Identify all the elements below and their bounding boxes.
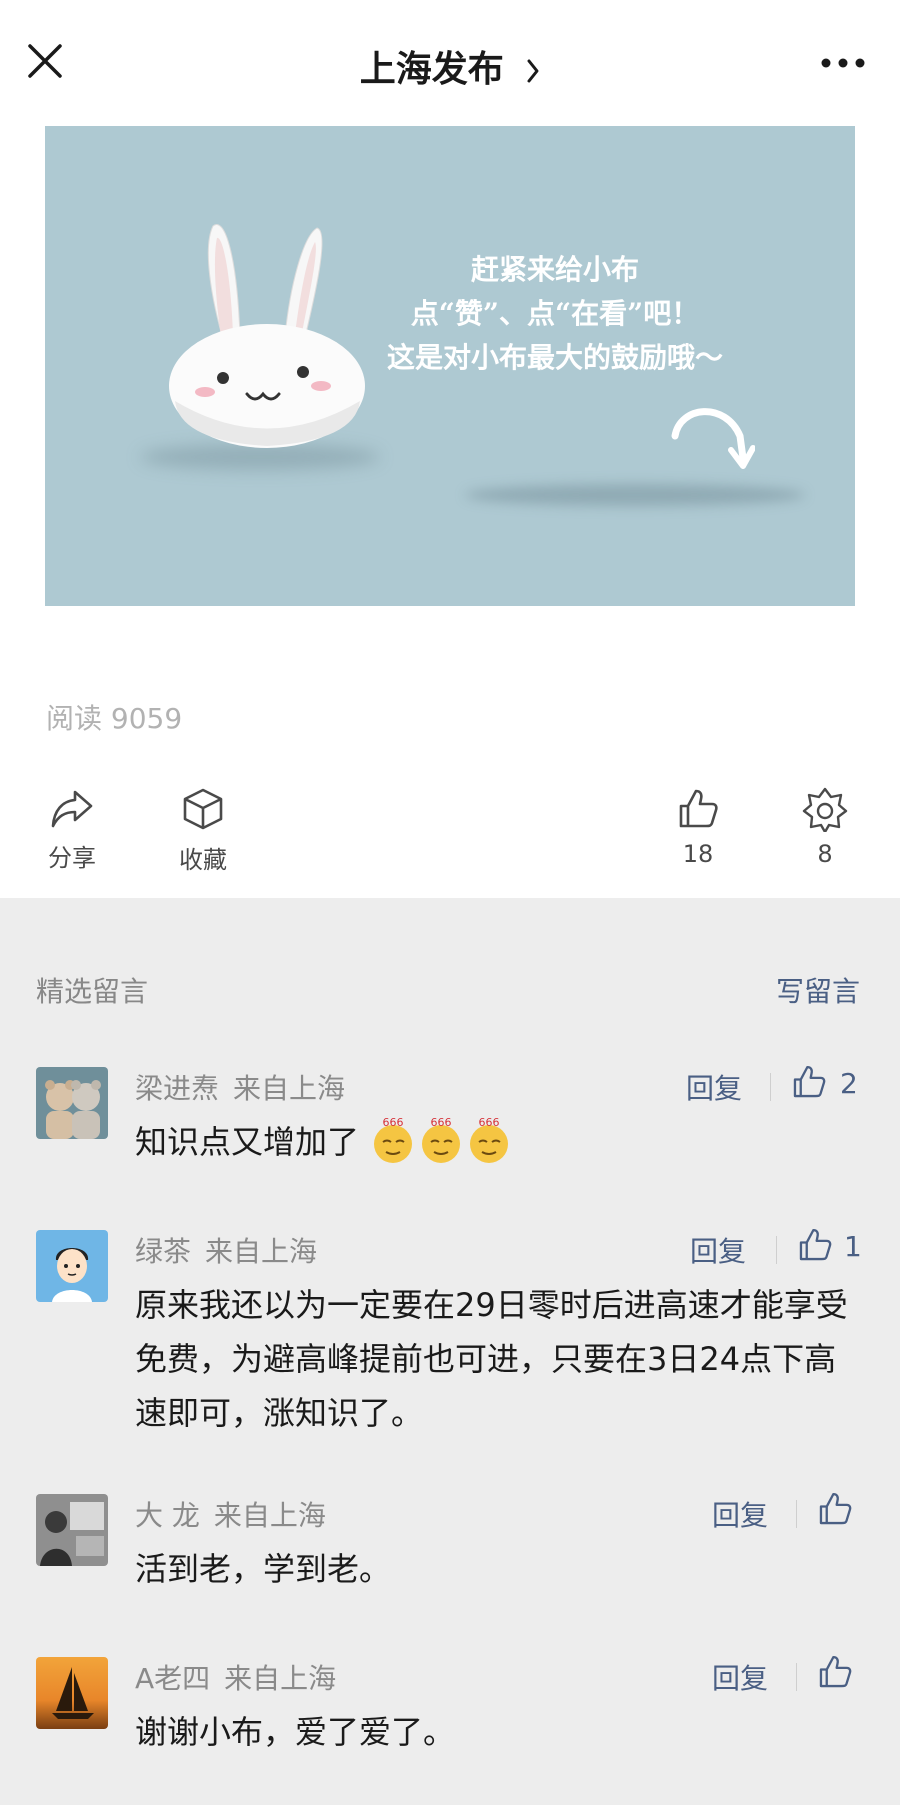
- promo-banner-image: 赶紧来给小布 点“赞”、点“在看”吧！ 这是对小布最大的鼓励哦～: [45, 126, 855, 606]
- emoji-666-icon: 666: [422, 1116, 461, 1163]
- emoji-label: 666: [383, 1116, 404, 1129]
- emoji-label: 666: [431, 1116, 452, 1129]
- more-icon: [821, 58, 865, 68]
- sailboat-sunset-avatar: [36, 1657, 108, 1729]
- share-icon: [51, 790, 93, 828]
- featured-comments-title: 精选留言: [36, 975, 149, 1008]
- comment-text: 知识点又增加了 666 666 666: [135, 1115, 865, 1169]
- divider: [770, 1073, 771, 1101]
- commenter-location: 来自上海: [205, 1235, 318, 1268]
- nav-bar: 上海发布: [0, 0, 900, 126]
- comment-like-button[interactable]: [790, 1063, 828, 1105]
- reply-button[interactable]: 回复: [712, 1494, 768, 1534]
- commenter-name: A老四: [135, 1662, 211, 1695]
- commenter-location: 来自上海: [233, 1072, 346, 1105]
- favorite-label: 收藏: [179, 846, 227, 874]
- thumbs-up-icon: [819, 1492, 852, 1525]
- commenter-name: 绿茶: [135, 1235, 192, 1268]
- monochrome-photo-avatar: [36, 1494, 108, 1566]
- commenter: A老四 来自上海: [135, 1657, 336, 1697]
- emoji-label: 666: [479, 1116, 500, 1129]
- avatar[interactable]: [36, 1230, 108, 1302]
- comment-text: 原来我还以为一定要在29日零时后进高速才能享受免费，为避高峰提前也可进，只要在3…: [135, 1286, 848, 1432]
- commenter: 大 龙来自上海: [135, 1494, 326, 1534]
- commenter: 梁进焘 来自上海: [135, 1067, 345, 1107]
- like-button[interactable]: 18: [665, 786, 731, 868]
- promo-line-1: 赶紧来给小布: [470, 253, 639, 286]
- chevron-right-icon: [527, 59, 539, 83]
- comment-text-body: 知识点又增加了: [135, 1123, 360, 1161]
- curved-arrow-icon: [671, 408, 755, 469]
- comment-like-count: 2: [840, 1067, 858, 1100]
- comment-like-button[interactable]: [816, 1490, 854, 1532]
- cartoon-boy-avatar: [36, 1230, 108, 1302]
- share-label: 分享: [48, 844, 96, 872]
- comment-like-button[interactable]: [796, 1226, 834, 1268]
- comment-like-count: 1: [844, 1230, 862, 1263]
- avatar[interactable]: [36, 1494, 108, 1566]
- thumbs-up-icon: [793, 1065, 826, 1098]
- commenter-name: 大 龙: [135, 1499, 200, 1532]
- divider: [776, 1236, 777, 1264]
- account-name: 上海发布: [359, 49, 504, 90]
- favorite-button[interactable]: 收藏: [168, 786, 238, 875]
- share-button[interactable]: 分享: [40, 786, 104, 873]
- divider: [796, 1500, 797, 1528]
- thumbs-up-icon: [799, 1228, 832, 1261]
- teddy-bears-avatar: [36, 1067, 108, 1139]
- comment-text: 活到老，学到老。: [135, 1550, 392, 1588]
- reply-button[interactable]: 回复: [712, 1657, 768, 1697]
- promo-line-2: 点“赞”、点“在看”吧！: [410, 297, 700, 330]
- avatar[interactable]: [36, 1067, 108, 1139]
- thumbs-up-icon: [819, 1655, 852, 1688]
- commenter-location: 来自上海: [224, 1662, 337, 1695]
- promo-text: 赶紧来给小布 点“赞”、点“在看”吧！ 这是对小布最大的鼓励哦～: [345, 248, 765, 380]
- ground-shadow: [465, 484, 805, 506]
- commenter-name: 梁进焘: [135, 1072, 220, 1105]
- commenter: 绿茶 来自上海: [135, 1230, 317, 1270]
- account-title[interactable]: 上海发布: [0, 40, 900, 92]
- like-count: 18: [682, 840, 714, 868]
- commenter-location: 来自上海: [213, 1499, 326, 1532]
- emoji-666-icon: 666: [374, 1116, 413, 1163]
- emoji-666-icon: 666: [470, 1116, 509, 1163]
- wow-flower-icon: [802, 787, 848, 832]
- comment-like-button[interactable]: [816, 1653, 854, 1695]
- article-area: 上海发布 赶紧来给小布 点“赞”、点“在看”吧！ 这是对小布最大的鼓励哦～ 阅读…: [0, 0, 900, 898]
- wow-button[interactable]: 8: [795, 786, 855, 868]
- more-button[interactable]: [818, 48, 868, 78]
- avatar[interactable]: [36, 1657, 108, 1729]
- wow-count: 8: [817, 840, 833, 868]
- cube-icon: [183, 788, 223, 830]
- write-comment-button[interactable]: 写留言: [776, 970, 860, 1010]
- comment-text: 谢谢小布，爱了爱了。: [135, 1713, 456, 1751]
- read-count: 阅读 9059: [46, 702, 183, 735]
- promo-line-3: 这是对小布最大的鼓励哦～: [386, 341, 723, 374]
- reply-button[interactable]: 回复: [686, 1067, 742, 1107]
- thumbs-up-icon: [679, 789, 718, 828]
- divider: [796, 1663, 797, 1691]
- reply-button[interactable]: 回复: [690, 1230, 746, 1270]
